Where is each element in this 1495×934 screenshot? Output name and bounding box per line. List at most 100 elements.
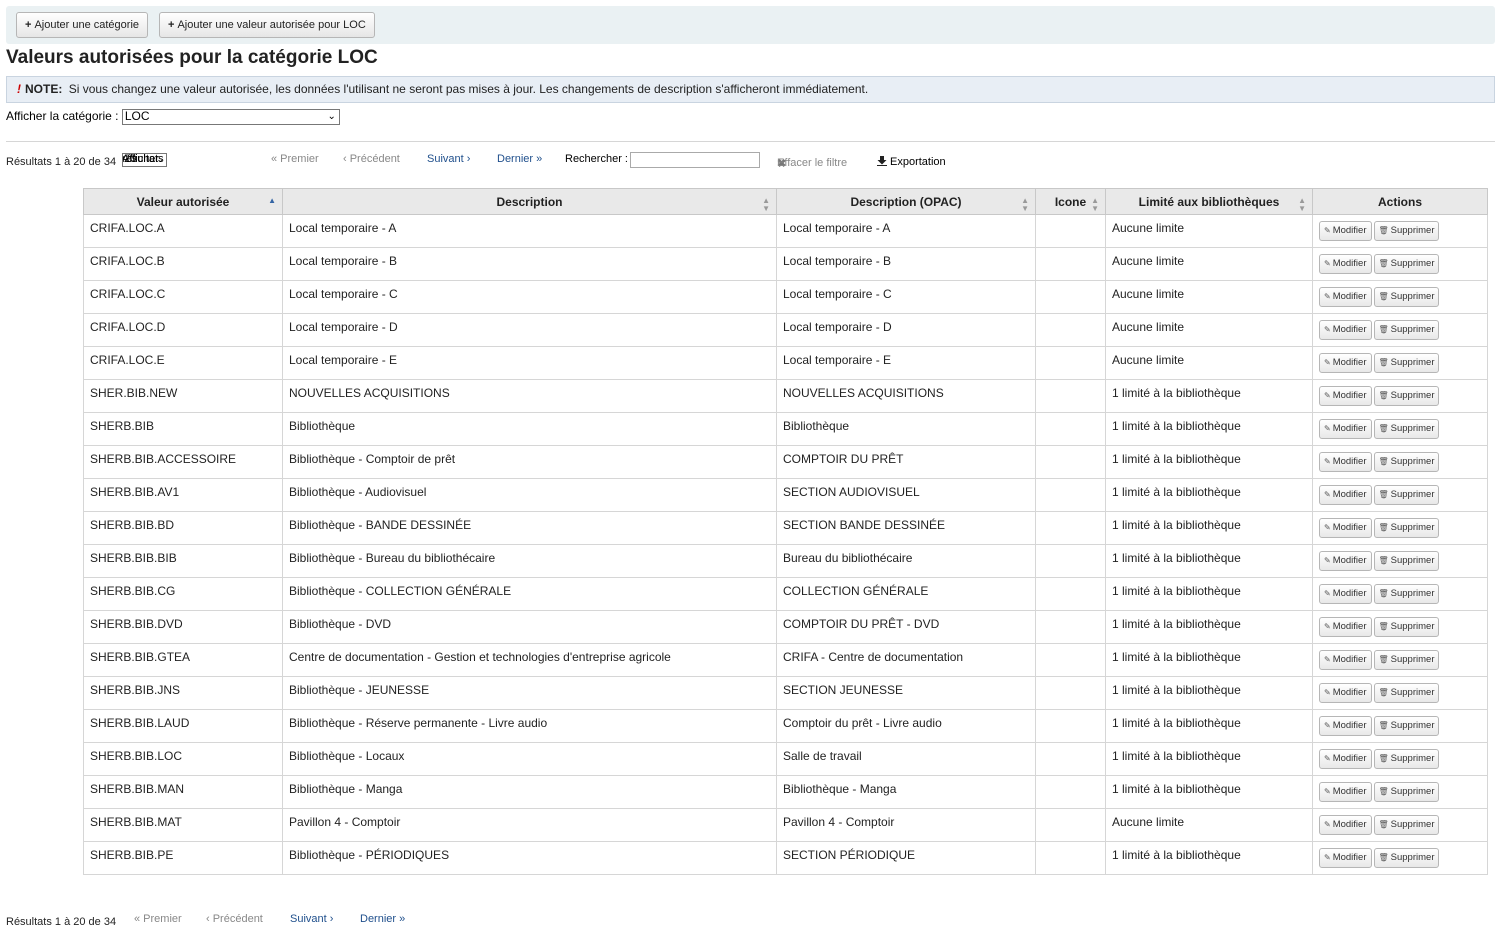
cell-library-limit: 1 limité à la bibliothèque	[1105, 643, 1313, 677]
edit-button[interactable]: ✎ Modifier	[1319, 452, 1372, 472]
edit-button[interactable]: ✎ Modifier	[1319, 749, 1372, 769]
column-header-value[interactable]: Valeur autorisée ▲	[83, 188, 283, 215]
first-page-link[interactable]: « Premier	[134, 913, 182, 925]
pencil-icon: ✎	[1324, 754, 1331, 763]
cell-value: SHERB.BIB.CG	[83, 577, 283, 611]
delete-button[interactable]: 🗑 Supprimer	[1373, 287, 1440, 307]
cell-description: Local temporaire - A	[282, 214, 777, 248]
table-row: SHERB.BIB Bibliothèque Bibliothèque 1 limit…	[83, 412, 1488, 446]
delete-button[interactable]: 🗑 Supprimer	[1373, 452, 1440, 472]
delete-button[interactable]: 🗑 Supprimer	[1373, 716, 1440, 736]
edit-button[interactable]: ✎ Modifier	[1319, 386, 1372, 406]
cell-library-limit: Aucune limite	[1105, 808, 1313, 842]
delete-label: Supprimer	[1390, 621, 1435, 632]
edit-button[interactable]: ✎ Modifier	[1319, 221, 1372, 241]
edit-button[interactable]: ✎ Modifier	[1319, 815, 1372, 835]
plus-icon: +	[25, 19, 32, 31]
category-select[interactable]: LOC ⌄	[121, 109, 340, 125]
edit-button[interactable]: ✎ Modifier	[1319, 683, 1372, 703]
table-row: SHERB.BIB.JNS Bibliothèque - JEUNESSE SECT…	[83, 676, 1488, 710]
previous-page-link[interactable]: ‹ Précédent	[343, 153, 400, 165]
edit-button[interactable]: ✎ Modifier	[1319, 287, 1372, 307]
delete-button[interactable]: 🗑 Supprimer	[1373, 551, 1440, 571]
delete-button[interactable]: 🗑 Supprimer	[1373, 782, 1440, 802]
column-header-description[interactable]: Description ▲ ▼	[282, 188, 777, 215]
edit-button[interactable]: ✎ Modifier	[1319, 320, 1372, 340]
trash-icon: 🗑	[1378, 457, 1389, 466]
delete-button[interactable]: 🗑 Supprimer	[1373, 815, 1440, 835]
column-header-actions: Actions	[1312, 188, 1488, 215]
cell-value: SHERB.BIB.MAT	[83, 808, 283, 842]
cell-description: Bibliothèque - PÉRIODIQUES	[282, 841, 777, 875]
delete-label: Supprimer	[1390, 258, 1435, 269]
edit-button[interactable]: ✎ Modifier	[1319, 782, 1372, 802]
delete-button[interactable]: 🗑 Supprimer	[1373, 419, 1440, 439]
table-row: SHER.BIB.NEW NOUVELLES ACQUISITIONS NOUVEL…	[83, 379, 1488, 413]
cell-opac-description: SECTION BANDE DESSINÉE	[776, 511, 1036, 545]
cell-opac-description: NOUVELLES ACQUISITIONS	[776, 379, 1036, 413]
edit-button[interactable]: ✎ Modifier	[1319, 650, 1372, 670]
add-category-button[interactable]: + Ajouter une catégorie	[16, 12, 149, 38]
delete-button[interactable]: 🗑 Supprimer	[1373, 386, 1440, 406]
delete-button[interactable]: 🗑 Supprimer	[1373, 320, 1440, 340]
cell-actions: ✎ Modifier 🗑 Supprimer	[1312, 445, 1488, 479]
pencil-icon: ✎	[1324, 358, 1331, 367]
table-row: SHERB.BIB.CG Bibliothèque - COLLECTION GÉ…	[83, 577, 1488, 611]
next-page-link[interactable]: Suivant ›	[427, 153, 470, 165]
page-length-select[interactable]: 20 ⌄	[122, 153, 167, 167]
edit-button[interactable]: ✎ Modifier	[1319, 254, 1372, 274]
delete-button[interactable]: 🗑 Supprimer	[1373, 353, 1440, 373]
previous-page-link[interactable]: ‹ Précédent	[206, 913, 263, 925]
delete-button[interactable]: 🗑 Supprimer	[1373, 848, 1440, 868]
delete-button[interactable]: 🗑 Supprimer	[1373, 584, 1440, 604]
cell-actions: ✎ Modifier 🗑 Supprimer	[1312, 280, 1488, 314]
cell-actions: ✎ Modifier 🗑 Supprimer	[1312, 511, 1488, 545]
pencil-icon: ✎	[1324, 622, 1331, 631]
first-page-link[interactable]: « Premier	[271, 153, 319, 165]
pencil-icon: ✎	[1324, 457, 1331, 466]
last-page-link[interactable]: Dernier »	[497, 153, 542, 165]
cell-icon	[1035, 709, 1106, 743]
delete-button[interactable]: 🗑 Supprimer	[1373, 254, 1440, 274]
trash-icon: 🗑	[1378, 589, 1389, 598]
cell-library-limit: 1 limité à la bibliothèque	[1105, 511, 1313, 545]
delete-button[interactable]: 🗑 Supprimer	[1373, 749, 1440, 769]
cell-actions: ✎ Modifier 🗑 Supprimer	[1312, 379, 1488, 413]
edit-button[interactable]: ✎ Modifier	[1319, 848, 1372, 868]
trash-icon: 🗑	[1378, 556, 1389, 565]
delete-button[interactable]: 🗑 Supprimer	[1373, 518, 1440, 538]
last-page-link[interactable]: Dernier »	[360, 913, 405, 925]
export-button[interactable]: Exportation	[877, 156, 946, 168]
edit-button[interactable]: ✎ Modifier	[1319, 617, 1372, 637]
delete-button[interactable]: 🗑 Supprimer	[1373, 221, 1440, 241]
delete-button[interactable]: 🗑 Supprimer	[1373, 650, 1440, 670]
pencil-icon: ✎	[1324, 853, 1331, 862]
column-header-library-limit[interactable]: Limité aux bibliothèques ▲ ▼	[1105, 188, 1313, 215]
cell-actions: ✎ Modifier 🗑 Supprimer	[1312, 313, 1488, 347]
edit-button[interactable]: ✎ Modifier	[1319, 419, 1372, 439]
cell-opac-description: Local temporaire - A	[776, 214, 1036, 248]
table-row: CRIFA.LOC.C Local temporaire - C Local tem…	[83, 280, 1488, 314]
cell-library-limit: Aucune limite	[1105, 313, 1313, 347]
cell-opac-description: Local temporaire - C	[776, 280, 1036, 314]
table-row: CRIFA.LOC.D Local temporaire - D Local tem…	[83, 313, 1488, 347]
add-value-button[interactable]: + Ajouter une valeur autorisée pour LOC	[159, 12, 375, 38]
search-input[interactable]	[630, 152, 760, 168]
delete-button[interactable]: 🗑 Supprimer	[1373, 617, 1440, 637]
edit-button[interactable]: ✎ Modifier	[1319, 353, 1372, 373]
edit-button[interactable]: ✎ Modifier	[1319, 485, 1372, 505]
column-header-label: Limité aux bibliothèques	[1138, 194, 1280, 209]
delete-button[interactable]: 🗑 Supprimer	[1373, 683, 1440, 703]
next-page-link[interactable]: Suivant ›	[290, 913, 333, 925]
delete-button[interactable]: 🗑 Supprimer	[1373, 485, 1440, 505]
table-row: SHERB.BIB.LAUD Bibliothèque - Réserve per…	[83, 709, 1488, 743]
edit-button[interactable]: ✎ Modifier	[1319, 584, 1372, 604]
edit-button[interactable]: ✎ Modifier	[1319, 716, 1372, 736]
column-header-icon[interactable]: Icone ▲ ▼	[1035, 188, 1106, 215]
cell-description: Bibliothèque - Locaux	[282, 742, 777, 776]
pencil-icon: ✎	[1324, 424, 1331, 433]
column-header-opac-description[interactable]: Description (OPAC) ▲ ▼	[776, 188, 1036, 215]
cell-opac-description: SECTION JEUNESSE	[776, 676, 1036, 710]
edit-button[interactable]: ✎ Modifier	[1319, 518, 1372, 538]
edit-button[interactable]: ✎ Modifier	[1319, 551, 1372, 571]
